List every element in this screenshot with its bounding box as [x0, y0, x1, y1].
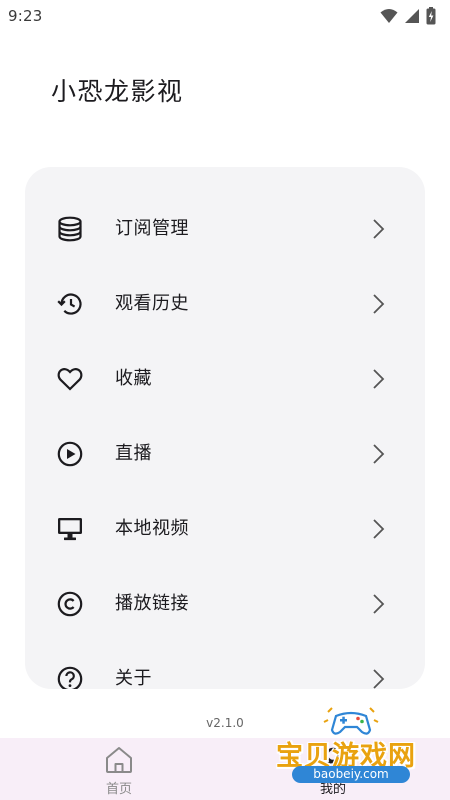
menu-card: 订阅管理 观看历史 收藏 直播 本地视频 播放链接 关于	[25, 167, 425, 689]
heart-icon	[57, 368, 83, 391]
battery-icon	[426, 7, 436, 25]
monitor-icon	[58, 518, 82, 541]
menu-item-label: 收藏	[115, 368, 152, 389]
menu-item-label: 本地视频	[115, 518, 189, 539]
menu-item-about[interactable]: 关于	[25, 649, 425, 689]
menu-item-history[interactable]: 观看历史	[25, 274, 425, 334]
chevron-right-icon	[373, 444, 385, 464]
status-icons	[380, 7, 436, 25]
menu-item-live[interactable]: 直播	[25, 424, 425, 484]
chevron-right-icon	[373, 594, 385, 614]
watermark-url: baobeiy.com	[292, 766, 410, 783]
help-circle-icon	[57, 666, 83, 689]
app-title: 小恐龙影视	[51, 77, 184, 106]
nav-label-home: 首页	[105, 782, 132, 797]
chevron-right-icon	[373, 369, 385, 389]
status-time: 9:23	[8, 7, 43, 25]
chevron-right-icon	[373, 219, 385, 239]
history-icon	[57, 293, 82, 315]
menu-item-label: 播放链接	[115, 593, 189, 614]
watermark-logo: 宝贝游戏网 baobeiy.com	[270, 704, 450, 800]
menu-item-favorites[interactable]: 收藏	[25, 349, 425, 409]
menu-item-label: 订阅管理	[115, 218, 189, 239]
menu-item-label: 关于	[115, 668, 152, 689]
menu-item-label: 观看历史	[115, 293, 189, 314]
status-bar: 9:23	[0, 0, 450, 32]
wifi-icon	[380, 9, 398, 23]
chevron-right-icon	[373, 294, 385, 314]
play-circle-icon	[57, 441, 83, 467]
menu-item-play-link[interactable]: 播放链接	[25, 574, 425, 634]
menu-item-subscription[interactable]: 订阅管理	[25, 199, 425, 259]
copyright-icon	[57, 591, 83, 617]
nav-item-home[interactable]: 首页	[49, 738, 189, 800]
database-icon	[58, 216, 82, 242]
menu-item-label: 直播	[115, 443, 152, 464]
signal-icon	[405, 9, 419, 23]
menu-item-local-video[interactable]: 本地视频	[25, 499, 425, 559]
chevron-right-icon	[373, 519, 385, 539]
chevron-right-icon	[373, 669, 385, 689]
home-icon	[106, 747, 132, 773]
